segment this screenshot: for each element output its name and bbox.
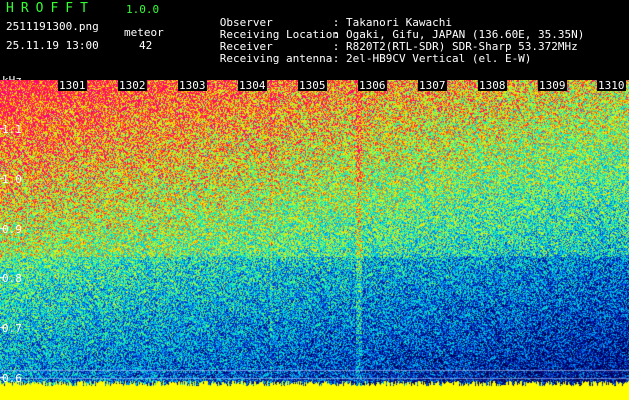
meteor-label: meteor (124, 26, 164, 39)
meta-row-observer: Observer: Takanori Kawachi (180, 5, 584, 29)
freq-tick-label: 0.9 (2, 223, 22, 236)
app-version: 1.0.0 (126, 3, 160, 16)
freq-tick-label: 1.0 (2, 173, 22, 186)
time-tick-label: 1305 (298, 79, 327, 92)
header-panel: HROFFT 1.0.0 2511191300.png meteor 25.11… (0, 0, 629, 87)
time-tick-label: 1306 (358, 79, 387, 92)
freq-tick-label: 1.1 (2, 123, 22, 136)
time-tick-label: 1301 (58, 79, 87, 92)
freq-tick-label: 0.8 (2, 272, 22, 285)
time-tick-label: 1304 (238, 79, 267, 92)
time-tick-label: 1310 (597, 79, 626, 92)
date-time: 25.11.19 13:00 (6, 39, 99, 52)
meta-value: 2el-HB9CV Vertical (el. E-W) (346, 52, 532, 65)
time-tick-label: 1308 (478, 79, 507, 92)
app-title: HROFFT (6, 1, 95, 16)
time-tick-label: 1307 (418, 79, 447, 92)
time-tick-label: 1303 (178, 79, 207, 92)
meta-separator: : (332, 52, 340, 65)
freq-tick-label: 0.6 (2, 372, 22, 385)
observation-metadata: Observer: Takanori Kawachi Receiving Loc… (180, 5, 585, 65)
meteor-count: 42 (139, 39, 153, 52)
time-tick-label: 1302 (118, 79, 147, 92)
meta-key: Receiving antenna (219, 52, 333, 65)
spectrogram-canvas (0, 80, 629, 400)
freq-tick-label: 0.7 (2, 322, 22, 335)
time-tick-label: 1309 (538, 79, 567, 92)
file-name: 2511191300.png (6, 20, 99, 33)
